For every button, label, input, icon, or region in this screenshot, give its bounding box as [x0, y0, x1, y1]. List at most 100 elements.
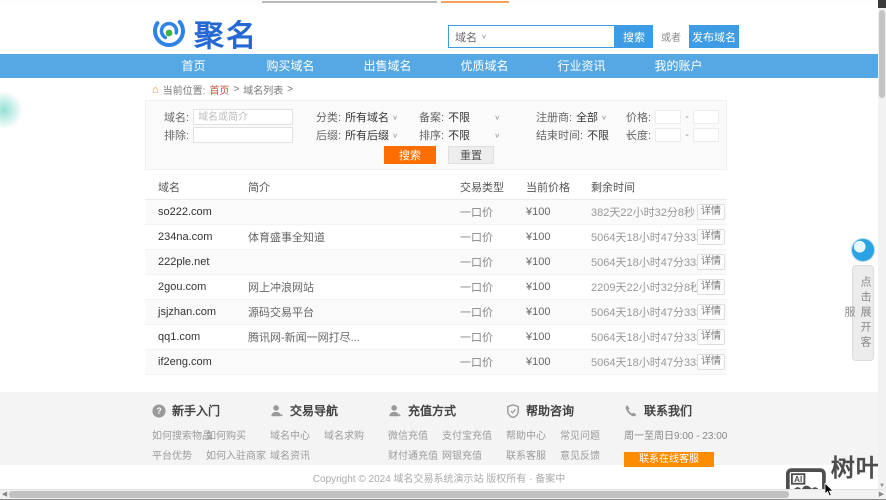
detail-button[interactable]: 详情 [697, 204, 725, 220]
detail-button[interactable]: 详情 [697, 354, 725, 370]
logo-text: 聚名 [194, 20, 258, 53]
nav-item-my-account[interactable]: 我的账户 [630, 54, 727, 78]
home-icon: ⌂ [152, 83, 159, 96]
filter-suffix-value: 所有后缀 [345, 130, 390, 142]
breadcrumb-home-link[interactable]: 首页 [209, 82, 229, 97]
search-input[interactable] [492, 27, 614, 46]
footer-col-title: 帮助咨询 [526, 404, 575, 418]
publish-domain-button[interactable]: 发布域名 [689, 25, 739, 48]
filter-panel: 域名: 分类: 所有域名 ∨ 备案: 不限 ∨ 注册商: 全 [145, 100, 727, 170]
footer-link[interactable]: 如何购买 [206, 427, 270, 442]
table-row: 2gou.com 网上冲浪网站 一口价 ¥100 2209天22小时32分8秒 … [145, 275, 727, 300]
detail-button[interactable]: 详情 [697, 279, 725, 295]
filter-domain: 域名: [164, 109, 294, 125]
filter-price-max-input[interactable] [692, 110, 719, 124]
footer-link[interactable]: 域名中心 [270, 427, 324, 442]
vertical-scrollbar-thumb[interactable] [879, 10, 885, 98]
filter-category-label: 分类: [316, 112, 342, 124]
nav-item-industry-news[interactable]: 行业资讯 [533, 54, 630, 78]
footer-link[interactable]: 常见问题 [560, 427, 624, 442]
shield-icon [507, 403, 519, 418]
detail-button[interactable]: 详情 [697, 229, 725, 245]
cell-domain[interactable]: qq1.com [145, 331, 235, 343]
filter-endtime-value: 不限 [587, 130, 610, 142]
footer-link[interactable]: 如何搜索物品 [152, 427, 212, 442]
filter-sort-select[interactable]: 不限 ∨ [448, 127, 500, 143]
filter-domain-input[interactable] [193, 109, 294, 125]
filter-endtime-select[interactable]: 不限 ∨ [587, 127, 631, 143]
footer-link[interactable]: 微信充值 [388, 427, 442, 442]
footer-link[interactable]: 帮助中心 [506, 427, 560, 442]
cell-domain[interactable]: 222ple.net [145, 256, 235, 268]
search-category-select[interactable]: 域名 ∨ [449, 26, 493, 47]
footer: ? 新手入门 如何搜索物品 如何购买 平台优势 如何入驻商家 交易导航 域名中心 [0, 392, 878, 467]
scroll-left-arrow[interactable]: ◀ [0, 490, 9, 499]
filter-search-button[interactable]: 搜索 [384, 146, 436, 164]
filter-suffix-select[interactable]: 所有后缀 ∨ [345, 127, 398, 143]
table-row: jsjzhan.com 源码交易平台 一口价 ¥100 5064天18小时47分… [145, 300, 727, 325]
filter-beian-select[interactable]: 不限 ∨ [448, 109, 500, 125]
filter-exclude-input[interactable] [193, 127, 294, 143]
cell-time: 382天22小时32分8秒 [591, 207, 695, 219]
filter-price-min-input[interactable] [655, 110, 682, 124]
detail-button[interactable]: 详情 [697, 254, 725, 270]
footer-link[interactable]: 域名求购 [324, 427, 388, 442]
breadcrumb-separator: > [233, 84, 240, 95]
scroll-up-arrow[interactable] [878, 0, 886, 8]
filter-length-max-input[interactable] [692, 128, 719, 142]
cell-type: 一口价 [460, 357, 493, 369]
breadcrumb: ⌂ 当前位置: 首页 > 域名列表 > [152, 82, 293, 97]
footer-link[interactable]: 如何入驻商家 [206, 447, 270, 462]
horizontal-scrollbar-thumb[interactable] [9, 491, 789, 498]
cell-domain[interactable]: jsjzhan.com [145, 306, 235, 318]
filter-suffix-label: 后缀: [316, 130, 342, 142]
nav-item-premium-domains[interactable]: 优质域名 [436, 54, 533, 78]
filter-length-min-input[interactable] [655, 128, 682, 142]
filter-row-2: 排除: 后缀: 所有后缀 ∨ 排序: 不限 ∨ 结束时间: 不限 ∨ 长度: - [146, 127, 726, 143]
cell-time: 5064天18小时47分33秒 [591, 307, 697, 319]
nav-item-sell-domains[interactable]: 出售域名 [339, 54, 436, 78]
footer-link[interactable]: 财付通充值 [388, 447, 442, 462]
filter-endtime: 结束时间: 不限 ∨ [536, 127, 631, 143]
detail-button[interactable]: 详情 [697, 329, 725, 345]
cell-domain[interactable]: if2eng.com [145, 356, 235, 368]
footer-link[interactable]: 意见反馈 [560, 447, 624, 462]
cell-action: 详情 [697, 354, 727, 370]
filter-registrar-select[interactable]: 全部 ∨ [576, 109, 607, 125]
cell-price: ¥100 [526, 206, 551, 218]
scroll-right-arrow[interactable]: ▶ [877, 490, 886, 499]
footer-link[interactable]: 平台优势 [152, 447, 206, 462]
cell-type: 一口价 [460, 207, 493, 219]
col-header-time: 剩余时间 [591, 182, 635, 194]
footer-link[interactable]: 域名资讯 [270, 447, 324, 462]
expand-service-tab[interactable]: 点击展开客服 [843, 265, 874, 361]
filter-buttons: 搜索 重置 [146, 146, 726, 164]
filter-price-label: 价格: [626, 112, 652, 124]
customer-service-icon[interactable] [851, 238, 875, 262]
nav-item-buy-domains[interactable]: 购买域名 [242, 54, 339, 78]
footer-link[interactable]: 支付宝充值 [442, 427, 506, 442]
cell-domain[interactable]: 234na.com [145, 231, 235, 243]
filter-reset-button[interactable]: 重置 [448, 146, 494, 164]
main-nav-items: 首页 购买域名 出售域名 优质域名 行业资讯 我的账户 [145, 54, 727, 78]
cell-type: 一口价 [460, 232, 493, 244]
filter-registrar-label: 注册商: [536, 112, 573, 124]
detail-button[interactable]: 详情 [697, 304, 725, 320]
header-search-button[interactable]: 搜索 [615, 25, 653, 48]
floating-service-widget: 点击展开客服 [843, 238, 875, 361]
nav-item-home[interactable]: 首页 [145, 54, 242, 78]
vertical-scrollbar[interactable]: ▼ [878, 0, 886, 490]
logo[interactable]: 聚名 [150, 11, 258, 55]
horizontal-scrollbar[interactable]: ◀ ▶ [0, 489, 886, 499]
table-row: if2eng.com 一口价 ¥100 5064天18小时47分33秒 详情 [145, 350, 727, 375]
contact-online-service-button[interactable]: 联系在线客服 [624, 452, 714, 467]
footer-link[interactable]: 网银充值 [442, 447, 506, 462]
cell-time: 5064天18小时47分33秒 [591, 257, 697, 269]
filter-beian-label: 备案: [419, 112, 445, 124]
range-dash: - [685, 111, 689, 123]
cell-domain[interactable]: so222.com [145, 206, 235, 218]
cell-domain[interactable]: 2gou.com [145, 281, 235, 293]
footer-link[interactable]: 联系客服 [506, 447, 560, 462]
filter-category-select[interactable]: 所有域名 ∨ [345, 109, 398, 125]
cell-action: 详情 [697, 254, 727, 270]
